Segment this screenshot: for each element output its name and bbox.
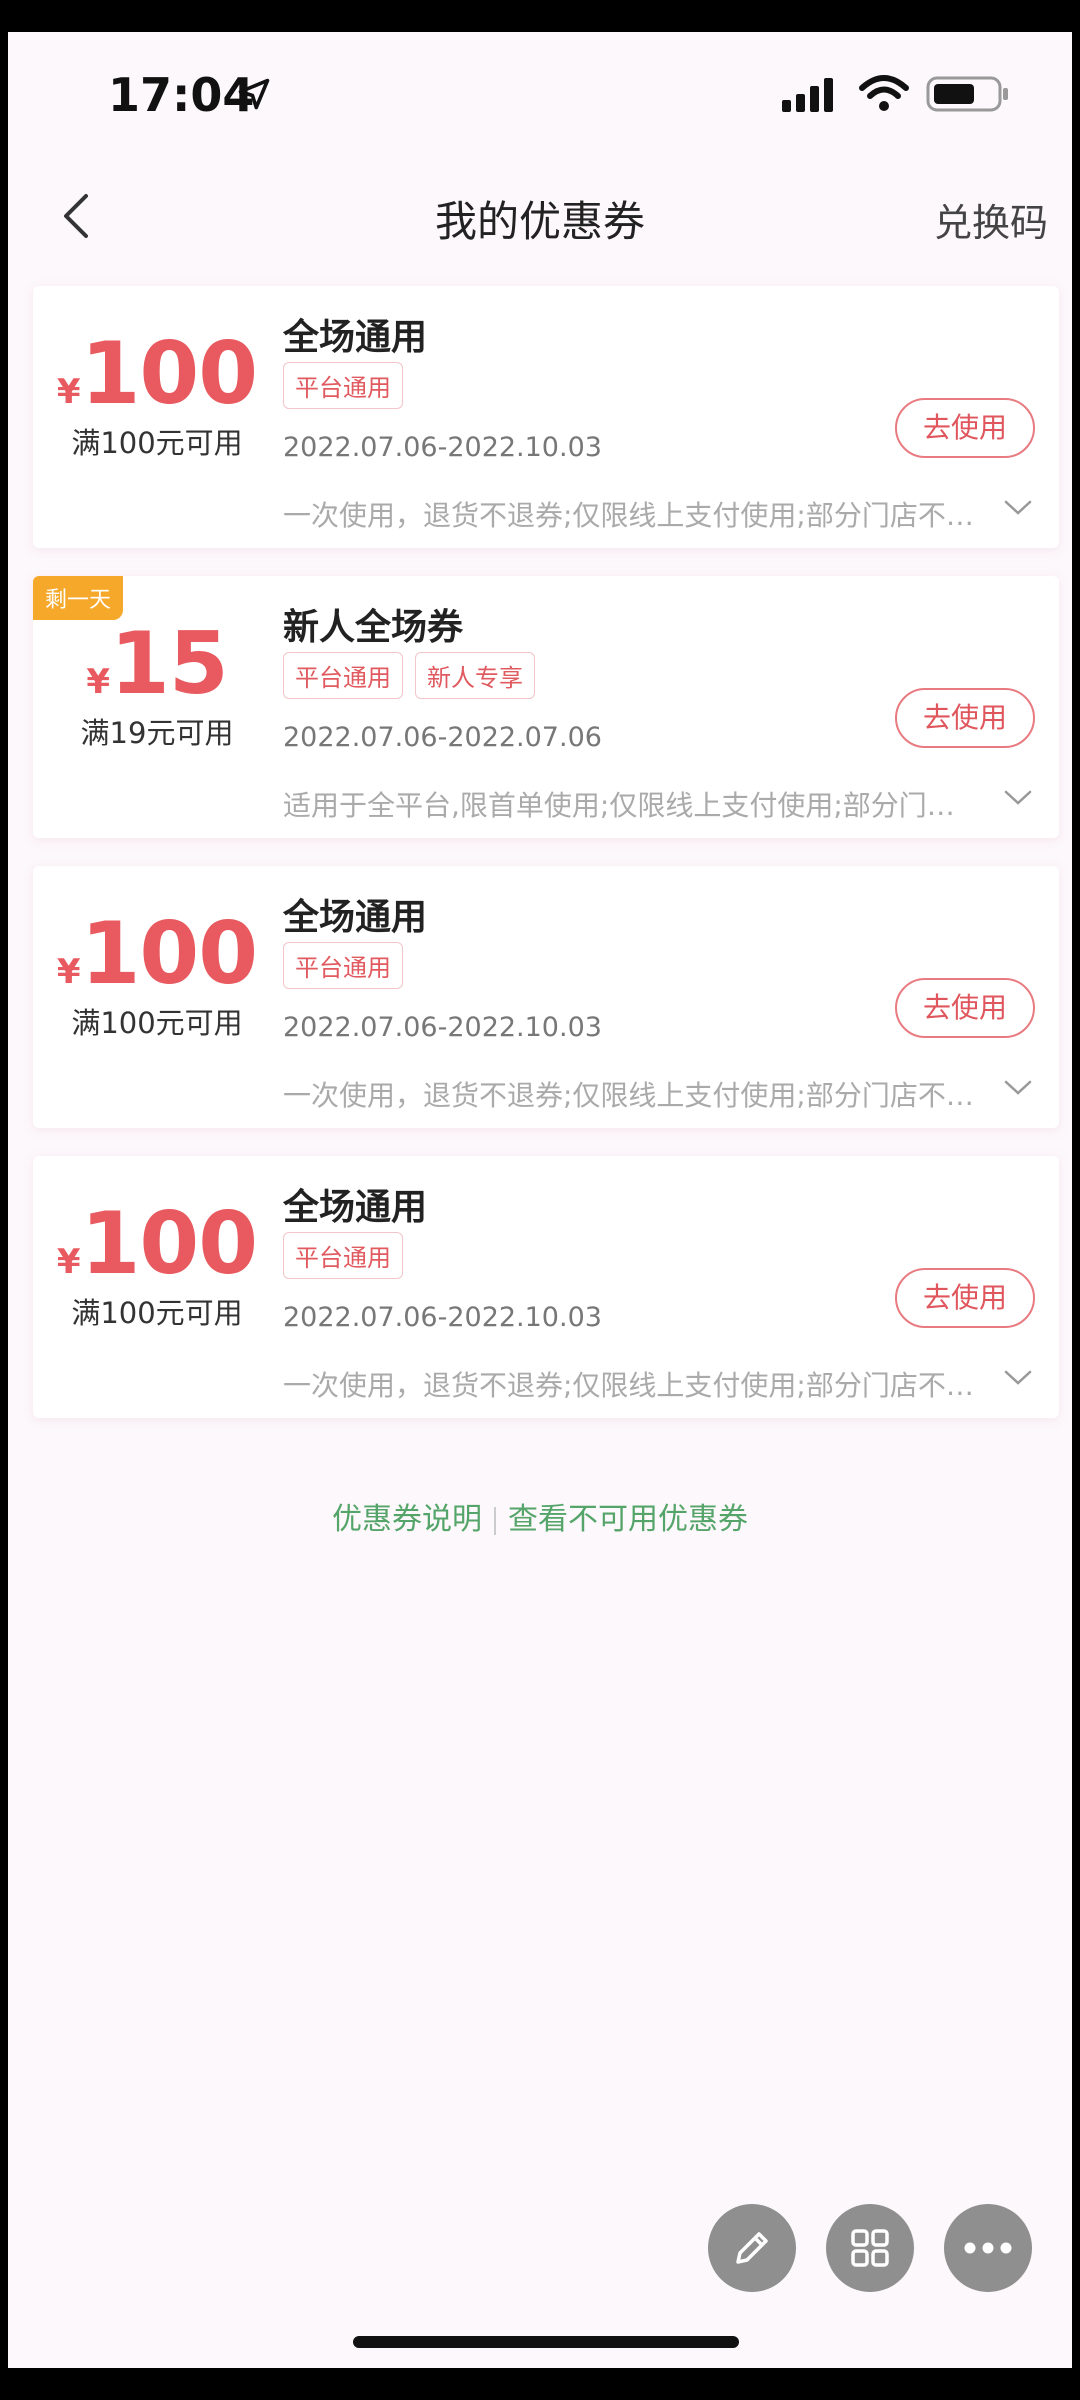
coupon-amount: ¥100 [56,1194,258,1294]
coupon-tags: 平台通用 [283,942,403,989]
edit-button[interactable] [708,2204,796,2292]
coupon-tag: 平台通用 [283,652,403,699]
use-coupon-button[interactable]: 去使用 [895,978,1035,1038]
coupon-title: 新人全场券 [283,607,464,648]
page-title: 我的优惠券 [434,197,645,246]
chevron-down-icon[interactable] [1003,1078,1033,1098]
coupon-title: 全场通用 [283,317,428,358]
use-coupon-button[interactable]: 去使用 [895,688,1035,748]
more-button[interactable] [944,2204,1032,2292]
status-time: 17:04 [108,68,255,122]
coupon-validity: 2022.07.06-2022.10.03 [283,1012,602,1043]
home-indicator [353,2336,739,2348]
coupon-validity: 2022.07.06-2022.07.06 [283,722,602,753]
grid-menu-button[interactable] [826,2204,914,2292]
pencil-icon [736,2232,768,2264]
coupon-title: 全场通用 [283,897,428,938]
status-bar: 17:04 [8,32,1072,162]
coupon-explanation-link[interactable]: 优惠券说明 [332,1502,482,1537]
chevron-down-icon[interactable] [1003,498,1033,518]
use-coupon-button[interactable]: 去使用 [895,398,1035,458]
chevron-down-icon[interactable] [1003,788,1033,808]
coupon-tag: 平台通用 [283,1232,403,1279]
use-coupon-button[interactable]: 去使用 [895,1268,1035,1328]
coupon-amount: ¥100 [56,324,258,424]
location-arrow-icon [238,78,270,110]
coupon-description: 一次使用，退货不退券;仅限线上支付使用;部分门店不可用 [283,499,977,532]
navigation-bar: 我的优惠券 兑换码 [8,162,1072,278]
redeem-code-button[interactable]: 兑换码 [934,192,1048,247]
coupon-card: ¥100 满100元可用 全场通用 平台通用 2022.07.06-2022.1… [33,866,1059,1128]
coupon-condition: 满100元可用 [71,1296,243,1330]
grid-icon [851,2229,889,2267]
coupon-tag: 平台通用 [283,362,403,409]
coupon-card: ¥100 满100元可用 全场通用 平台通用 2022.07.06-2022.1… [33,1156,1059,1418]
coupon-condition: 满19元可用 [80,716,234,750]
coupon-amount: ¥100 [56,904,258,1004]
coupon-condition: 满100元可用 [71,1006,243,1040]
coupon-tags: 平台通用 [283,362,403,409]
coupon-tags: 平台通用 新人专享 [283,652,535,699]
footer-links: 优惠券说明 查看不可用优惠券 [8,1494,1072,1538]
battery-icon [926,76,1008,112]
coupon-description: 适用于全平台,限首单使用;仅限线上支付使用;部分门店不可用 [283,789,977,822]
coupon-card: ¥100 满100元可用 全场通用 平台通用 2022.07.06-2022.1… [33,286,1059,548]
coupon-validity: 2022.07.06-2022.10.03 [283,1302,602,1333]
coupon-description: 一次使用，退货不退券;仅限线上支付使用;部分门店不可用 [283,1369,977,1402]
unavailable-coupons-link[interactable]: 查看不可用优惠券 [508,1502,748,1537]
chevron-down-icon[interactable] [1003,1368,1033,1388]
coupon-amount: ¥15 [86,614,228,714]
link-divider [494,1506,496,1535]
coupon-tag: 平台通用 [283,942,403,989]
more-icon [964,2242,1012,2254]
coupon-condition: 满100元可用 [71,426,243,460]
screen: 17:04 我的优惠券 兑换码 ¥100 满100元可用 全场通用 平台通用 2… [8,32,1072,2368]
coupon-description: 一次使用，退货不退券;仅限线上支付使用;部分门店不可用 [283,1079,977,1112]
wifi-icon [859,75,909,111]
coupon-title: 全场通用 [283,1187,428,1228]
coupon-card: 剩一天 ¥15 满19元可用 新人全场券 平台通用 新人专享 2022.07.0… [33,576,1059,838]
coupon-tag: 新人专享 [415,652,535,699]
coupon-tags: 平台通用 [283,1232,403,1279]
signal-icon [782,78,833,112]
coupon-validity: 2022.07.06-2022.10.03 [283,432,602,463]
